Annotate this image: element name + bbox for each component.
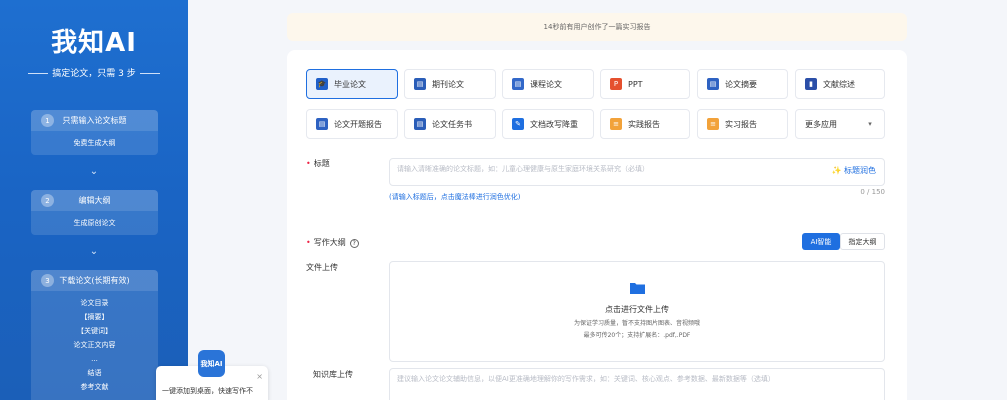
type-label: 期刊论文 — [432, 79, 464, 89]
rewrite-icon: ✎ — [512, 118, 524, 130]
step-1-title: 只需输入论文标题 — [62, 116, 127, 125]
journal-icon: ▤ — [414, 78, 426, 90]
abstract-icon: ▤ — [707, 78, 719, 90]
type-label: 文献综述 — [823, 79, 855, 89]
type-button[interactable]: ▤ 论文摘要 — [697, 69, 788, 99]
sidebar: 我知AI 搞定论文，只需 3 步 1 只需输入论文标题 免费生成大纲 ⌄ 2 编辑大… — [0, 0, 188, 400]
ppt-icon: P — [610, 78, 622, 90]
upload-limits: 最多可传20个；支持扩展名：.pdf,.PDF — [583, 332, 691, 339]
help-icon[interactable]: ? — [349, 239, 359, 248]
knowledge-base-input[interactable]: 建议输入论文论文辅助信息，以便AI更准确地理解你的写作需求，如：关键词、核心观点… — [389, 368, 885, 400]
type-label: 实践报告 — [628, 119, 660, 129]
graduation-cap-icon: 🎓 — [316, 78, 328, 90]
tagline: 搞定论文，只需 3 步 — [0, 66, 188, 79]
title-label: • 标题 — [306, 159, 330, 168]
type-label: 更多应用 — [805, 119, 837, 129]
type-label: 实习报告 — [725, 119, 757, 129]
custom-outline-toggle[interactable]: 指定大纲 — [840, 233, 885, 250]
step-3-item: ... — [91, 355, 98, 363]
ai-outline-toggle[interactable]: AI智能 — [802, 233, 840, 250]
step-3: 3 下载论文(长期有效) 论文目录 【摘要】 【关键词】 论文正文内容 ... 结… — [31, 270, 158, 400]
type-button[interactable]: 更多应用 ▾ — [795, 109, 885, 139]
popup-text: 一键添加到桌面，快速写作不 — [162, 387, 253, 395]
upload-label: 文件上传 — [306, 263, 338, 272]
course-icon: ▤ — [512, 78, 524, 90]
task-book-icon: ▤ — [414, 118, 426, 130]
type-label: PPT — [628, 79, 643, 89]
type-button[interactable]: ≡ 实践报告 — [600, 109, 690, 139]
review-icon: ▮ — [805, 78, 817, 90]
upload-title: 点击进行文件上传 — [605, 305, 669, 314]
file-upload-area[interactable]: 点击进行文件上传 为保证学习质量，暂不支持图片图表、音视频哦 最多可传20个；支… — [389, 261, 885, 362]
magic-wand-icon: ✨ — [831, 166, 842, 175]
practice-report-icon: ≡ — [610, 118, 622, 130]
chevron-down-icon: ▾ — [868, 120, 872, 128]
logo: 我知AI — [51, 28, 137, 58]
folder-icon — [630, 283, 645, 294]
type-label: 文档改写降重 — [530, 119, 578, 129]
step-1: 1 只需输入论文标题 免费生成大纲 — [31, 110, 158, 155]
activity-notice: 14秒前有用户创作了一篇实习报告 — [287, 13, 907, 41]
type-label: 论文开题报告 — [334, 119, 382, 129]
chevron-down-icon: ⌄ — [89, 246, 99, 257]
type-button[interactable]: ▤ 论文任务书 — [404, 109, 496, 139]
step-2-item: 生成原创论文 — [73, 219, 116, 227]
step-3-item: 结语 — [87, 369, 102, 377]
step-2: 2 编辑大纲 生成原创论文 — [31, 190, 158, 235]
title-hint: (请输入标题后，点击魔法棒进行润色优化) — [389, 193, 521, 201]
step-1-item: 免费生成大纲 — [73, 139, 116, 147]
type-button[interactable]: ≡ 实习报告 — [697, 109, 788, 139]
step-3-item: 【关键词】 — [77, 327, 112, 335]
step-3-item: 【摘要】 — [80, 313, 109, 321]
outline-label: • 写作大纲? — [306, 237, 359, 248]
step-3-item: 论文正文内容 — [73, 341, 116, 349]
step-3-item: 论文目录 — [80, 299, 109, 307]
type-button[interactable]: ▮ 文献综述 — [795, 69, 885, 99]
type-button[interactable]: ▤ 课程论文 — [502, 69, 594, 99]
type-label: 课程论文 — [530, 79, 562, 89]
type-label: 毕业论文 — [334, 79, 366, 89]
type-button[interactable]: ▤ 期刊论文 — [404, 69, 496, 99]
kb-label: 知识库上传 — [313, 370, 353, 379]
step-2-title: 编辑大纲 — [78, 196, 111, 205]
type-button[interactable]: ✎ 文档改写降重 — [502, 109, 594, 139]
step-3-title: 下载论文(长期有效) — [59, 276, 130, 285]
proposal-icon: ▤ — [316, 118, 328, 130]
title-input[interactable]: 请输入清晰准确的论文标题，如：儿童心理健康与原生家庭环境关系研究（必填） ✨ 标… — [389, 158, 885, 186]
upload-note: 为保证学习质量，暂不支持图片图表、音视频哦 — [573, 320, 700, 327]
chevron-down-icon: ⌄ — [89, 166, 99, 177]
internship-report-icon: ≡ — [707, 118, 719, 130]
type-button[interactable]: P PPT — [600, 69, 690, 99]
step-3-item: 参考文献 — [80, 383, 109, 391]
app-shortcut-icon[interactable]: 我知AI — [198, 350, 225, 377]
type-label: 论文任务书 — [432, 119, 472, 129]
type-label: 论文摘要 — [725, 79, 757, 89]
close-icon[interactable]: × — [256, 372, 263, 381]
magic-wand-button[interactable]: ✨ 标题润色 — [831, 165, 876, 176]
char-counter: 0 / 150 — [860, 188, 885, 196]
type-button[interactable]: ▤ 论文开题报告 — [306, 109, 398, 139]
type-button[interactable]: 🎓 毕业论文 — [306, 69, 398, 99]
